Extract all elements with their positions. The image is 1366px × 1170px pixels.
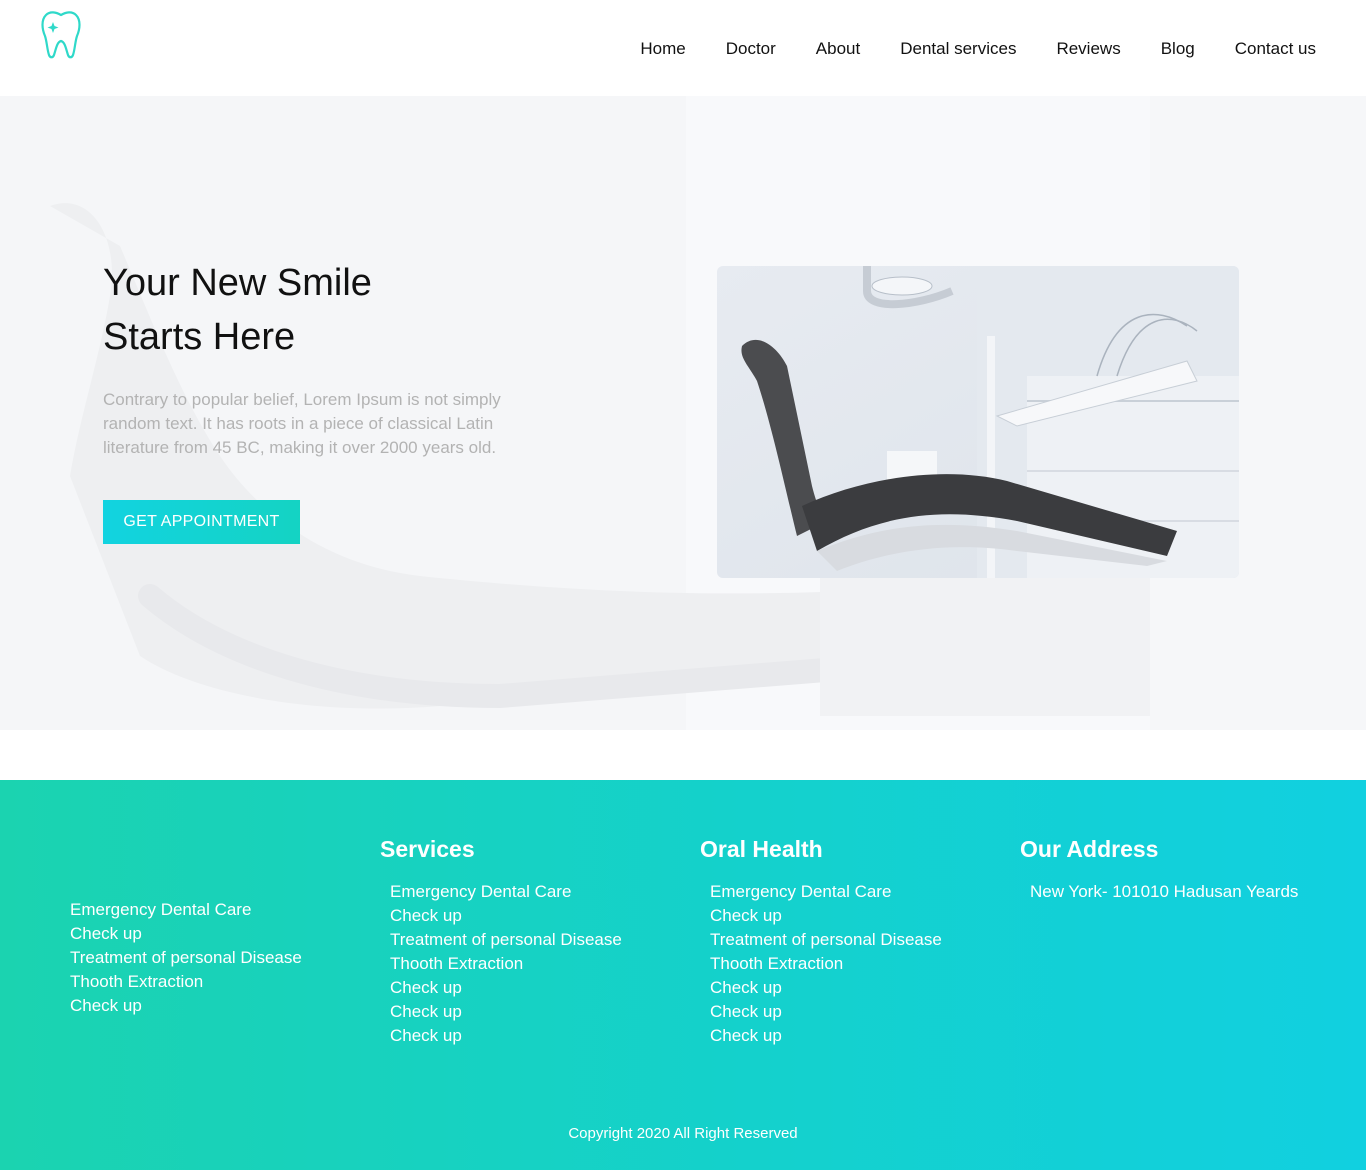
site-header: Home Doctor About Dental services Review… bbox=[0, 0, 1366, 96]
list-item[interactable]: Emergency Dental Care bbox=[710, 880, 942, 904]
list-item[interactable]: Check up bbox=[710, 1024, 942, 1048]
nav-contact-us[interactable]: Contact us bbox=[1235, 38, 1316, 60]
hero-section: Your New Smile Starts Here Contrary to p… bbox=[0, 96, 1366, 730]
nav-reviews[interactable]: Reviews bbox=[1056, 38, 1120, 60]
footer-address-list: New York- 101010 Hadusan Yeards bbox=[1020, 880, 1298, 904]
hero-title-line-1: Your New Smile bbox=[103, 262, 372, 304]
list-item[interactable]: Treatment of personal Disease bbox=[710, 928, 942, 952]
nav-dental-services[interactable]: Dental services bbox=[900, 38, 1016, 60]
list-item[interactable]: Check up bbox=[390, 1000, 622, 1024]
list-item[interactable]: Thooth Extraction bbox=[70, 970, 302, 994]
list-item[interactable]: Thooth Extraction bbox=[390, 952, 622, 976]
hero-title-line-2: Starts Here bbox=[103, 316, 296, 358]
nav-doctor[interactable]: Doctor bbox=[726, 38, 776, 60]
site-footer: Emergency Dental Care Check up Treatment… bbox=[0, 780, 1366, 1170]
hero-title: Your New Smile Starts Here bbox=[103, 256, 372, 364]
address-text: New York- 101010 Hadusan Yeards bbox=[1030, 882, 1299, 901]
list-item[interactable]: Emergency Dental Care bbox=[70, 898, 302, 922]
list-item[interactable]: Check up bbox=[390, 976, 622, 1000]
footer-column-1: Emergency Dental Care Check up Treatment… bbox=[70, 898, 302, 1018]
footer-services-title: Services bbox=[380, 836, 475, 862]
nav-about[interactable]: About bbox=[816, 38, 860, 60]
copyright-text: Copyright 2020 All Right Reserved bbox=[568, 1125, 798, 1142]
dental-chair-photo bbox=[717, 266, 1239, 578]
list-item[interactable]: Treatment of personal Disease bbox=[70, 946, 302, 970]
list-item[interactable]: Check up bbox=[710, 1000, 942, 1024]
nav-blog[interactable]: Blog bbox=[1161, 38, 1195, 60]
list-item[interactable]: Check up bbox=[70, 994, 302, 1018]
footer-services-column: Services Emergency Dental Care Check up … bbox=[380, 834, 622, 1048]
nav-home[interactable]: Home bbox=[640, 38, 685, 60]
tooth-logo-icon[interactable] bbox=[38, 9, 84, 59]
list-item[interactable]: Check up bbox=[390, 904, 622, 928]
list-item[interactable]: Check up bbox=[390, 1024, 622, 1048]
list-item[interactable]: Check up bbox=[70, 922, 302, 946]
main-nav: Home Doctor About Dental services Review… bbox=[640, 38, 1316, 60]
get-appointment-button[interactable]: GET APPOINTMENT bbox=[103, 500, 300, 544]
footer-oral-health-column: Oral Health Emergency Dental Care Check … bbox=[700, 834, 942, 1048]
footer-oral-health-title: Oral Health bbox=[700, 836, 823, 862]
footer-address-column: Our Address New York- 101010 Hadusan Yea… bbox=[1020, 834, 1298, 904]
list-item[interactable]: Treatment of personal Disease bbox=[390, 928, 622, 952]
list-item[interactable]: Check up bbox=[710, 904, 942, 928]
list-item[interactable]: Thooth Extraction bbox=[710, 952, 942, 976]
footer-services-list: Emergency Dental Care Check up Treatment… bbox=[380, 880, 622, 1048]
list-item[interactable]: Emergency Dental Care bbox=[390, 880, 622, 904]
footer-oral-health-list: Emergency Dental Care Check up Treatment… bbox=[700, 880, 942, 1048]
footer-col1-list: Emergency Dental Care Check up Treatment… bbox=[70, 898, 302, 1018]
hero-description: Contrary to popular belief, Lorem Ipsum … bbox=[103, 390, 501, 457]
footer-address-title: Our Address bbox=[1020, 836, 1159, 862]
list-item[interactable]: Check up bbox=[710, 976, 942, 1000]
